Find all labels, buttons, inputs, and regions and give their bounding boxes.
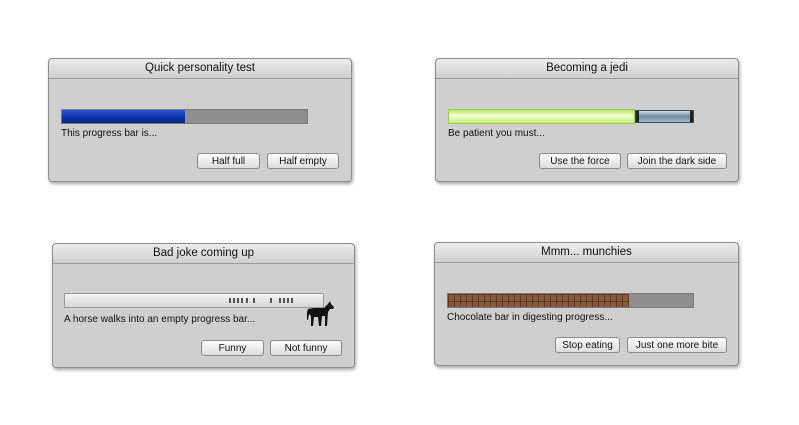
funny-button[interactable]: Funny [201,340,264,356]
dialog-message: Be patient you must... [448,128,545,139]
dialog-message: A horse walks into an empty progress bar… [64,314,256,325]
join-dark-side-button[interactable]: Join the dark side [627,153,727,169]
progress-bar [61,109,308,124]
dialog-personality-test: Quick personality test This progress bar… [48,58,352,182]
lightsaber-hilt [635,110,694,123]
progress-fill [62,110,185,123]
empty-progress-bar [64,293,324,308]
dialog-title: Becoming a jedi [436,59,738,79]
half-full-button[interactable]: Half full [197,153,260,169]
chocolate-bar-fill [448,294,630,307]
half-empty-button[interactable]: Half empty [267,153,339,169]
horse-icon [307,301,334,326]
not-funny-button[interactable]: Not funny [270,340,342,356]
dialog-message: This progress bar is... [61,128,158,139]
dialog-title: Quick personality test [49,59,351,79]
dialog-title: Mmm... munchies [435,243,738,263]
dialog-message: Chocolate bar in digesting progress... [447,312,613,323]
dialog-bad-joke: Bad joke coming up A horse walks into an… [52,243,355,368]
progress-bar [447,293,694,308]
dialog-munchies: Mmm... munchies Chocolate bar in digesti… [434,242,739,366]
one-more-bite-button[interactable]: Just one more bite [627,337,727,353]
stop-eating-button[interactable]: Stop eating [555,337,620,353]
lightsaber-blade [448,109,635,124]
dialog-title: Bad joke coming up [53,244,354,264]
dialog-becoming-jedi: Becoming a jedi Be patient you must... U… [435,58,739,182]
use-the-force-button[interactable]: Use the force [539,153,621,169]
